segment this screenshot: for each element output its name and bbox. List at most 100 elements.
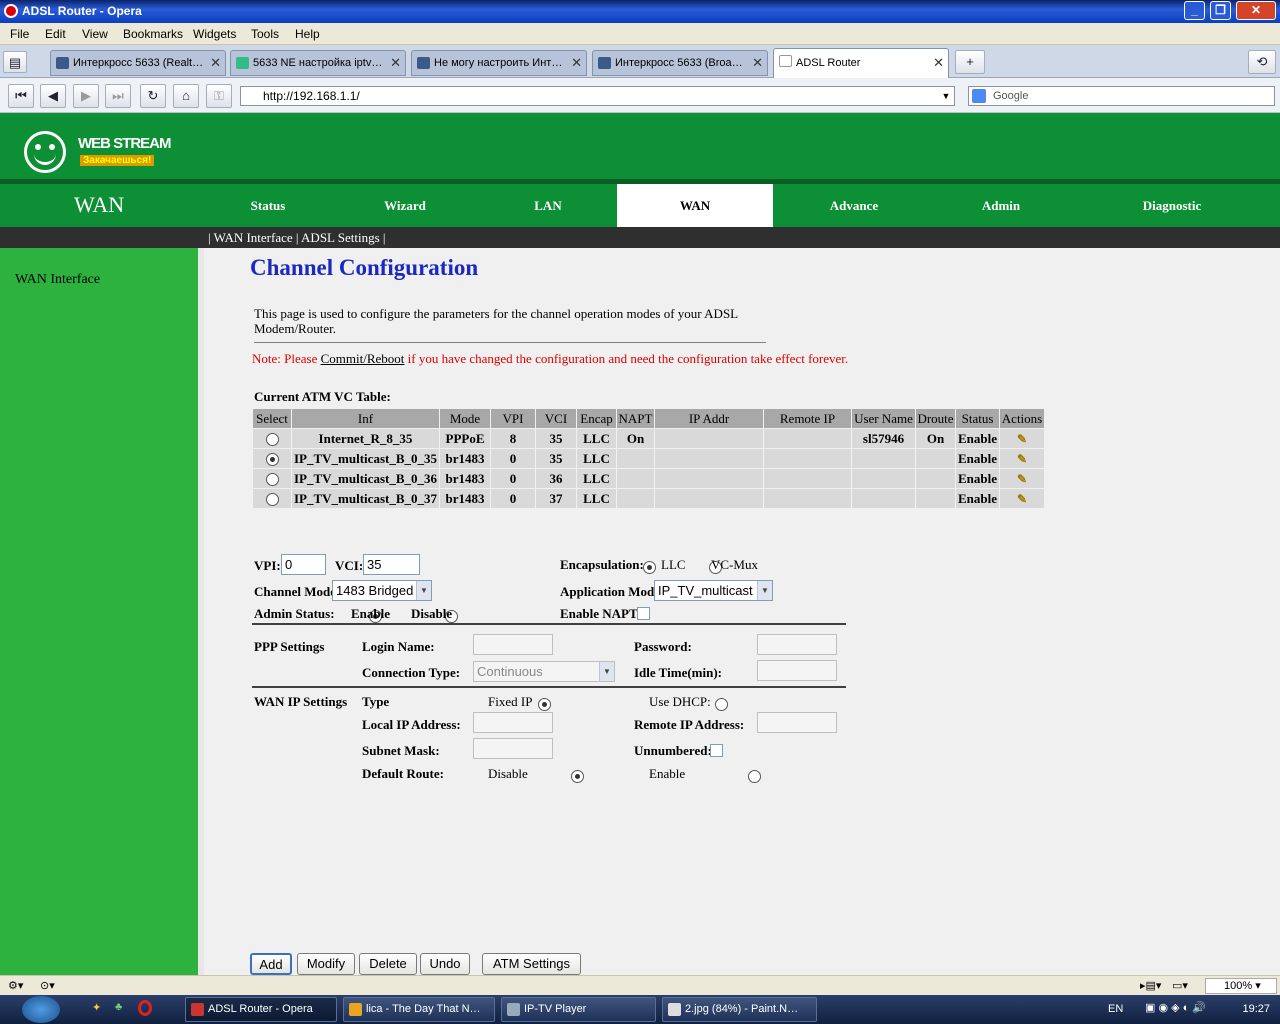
task-opera[interactable]: ADSL Router - Opera [185, 997, 337, 1022]
sidebar-item-wan-interface[interactable]: WAN Interface [15, 272, 100, 288]
add-button[interactable]: Add [250, 953, 292, 975]
tab-close-icon[interactable]: ✕ [210, 51, 221, 75]
tab-bar: ▤ Интеркросс 5633 (Realt… ✕ 5633 NE настр… [0, 45, 1280, 78]
tray-icons[interactable]: ▣ ◉ ◈ ◐ 🔊 [1145, 1001, 1206, 1014]
wand-icon[interactable]: ⚿ [206, 84, 232, 108]
app-mode-label: Application Mode [560, 584, 661, 599]
menu-view[interactable]: View [82, 27, 108, 41]
undo-button[interactable]: Undo [420, 953, 470, 975]
tab-3[interactable]: Не могу настроить Инт… ✕ [411, 50, 587, 76]
menu-help[interactable]: Help [295, 27, 320, 41]
settings-icon[interactable]: ⊙▾ [40, 979, 55, 992]
default-route-enable-radio[interactable] [747, 769, 761, 783]
task-player[interactable]: lica - The Day That N… [343, 997, 495, 1022]
home-icon[interactable]: ⌂ [173, 84, 199, 108]
tools-icon[interactable]: ⚙▾ [8, 979, 23, 992]
nav-admin[interactable]: Admin [961, 184, 1041, 227]
app-mode-select[interactable]: IP_TV_multicast ▼ [654, 580, 773, 601]
trash-icon[interactable]: ⟲ [1248, 50, 1276, 74]
tab-1[interactable]: Интеркросс 5633 (Realt… ✕ [50, 50, 226, 76]
rewind-icon[interactable]: ⏮ [8, 84, 34, 108]
panel-icon[interactable]: ▸▤▾ [1140, 979, 1161, 992]
nav-lan[interactable]: LAN [508, 184, 588, 227]
close-button[interactable]: ✕ [1236, 1, 1276, 20]
menu-file[interactable]: File [10, 27, 29, 41]
tab-close-icon[interactable]: ✕ [752, 51, 763, 75]
page-icon [56, 57, 69, 69]
edit-pencil-icon[interactable]: ✎ [1016, 452, 1029, 466]
panel-toggle-icon[interactable]: ▤ [3, 51, 27, 73]
nav-status[interactable]: Status [228, 184, 308, 227]
default-route-disable-radio[interactable] [570, 769, 584, 783]
login-name-input[interactable] [473, 634, 553, 655]
page-icon [598, 57, 611, 69]
vci-input[interactable]: 35 [363, 554, 420, 575]
opera-quicklaunch-icon[interactable] [138, 1000, 152, 1016]
edit-pencil-icon[interactable]: ✎ [1016, 432, 1029, 446]
subnet-mask-input[interactable] [473, 738, 553, 759]
address-dropdown-icon[interactable]: ▼ [938, 87, 954, 105]
encap-vcmux-label: VC-Mux [711, 557, 758, 572]
tab-2[interactable]: 5633 NE настройка iptv… ✕ [230, 50, 406, 76]
menu-bookmarks[interactable]: Bookmarks [123, 27, 183, 41]
section-title: WAN [74, 192, 125, 217]
unnumbered-checkbox[interactable] [710, 744, 723, 757]
view-icon[interactable]: ▭▾ [1172, 979, 1188, 992]
new-tab-button[interactable]: + [955, 50, 985, 74]
use-dhcp-radio[interactable] [715, 697, 729, 711]
col-napt: NAPT [617, 409, 654, 428]
row-select-radio[interactable] [265, 493, 279, 507]
napt-checkbox[interactable] [637, 607, 650, 620]
menu-tools[interactable]: Tools [251, 27, 279, 41]
language-indicator[interactable]: EN [1108, 1003, 1123, 1015]
row-select-radio[interactable] [265, 433, 279, 447]
idle-time-input[interactable] [757, 660, 837, 681]
delete-button[interactable]: Delete [359, 953, 417, 975]
quicklaunch-icon[interactable]: ♣ [115, 1001, 122, 1013]
edit-pencil-icon[interactable]: ✎ [1016, 492, 1029, 506]
edit-pencil-icon[interactable]: ✎ [1016, 472, 1029, 486]
commit-reboot-link[interactable]: Commit/Reboot [321, 351, 405, 366]
fast-forward-icon[interactable]: ⏭ [105, 84, 131, 108]
start-button[interactable] [22, 996, 60, 1023]
row-select-radio[interactable] [265, 473, 279, 487]
brand-name: WEB STREAM [78, 135, 171, 152]
nav-wizard[interactable]: Wizard [365, 184, 445, 227]
password-input[interactable] [757, 634, 837, 655]
tab-close-icon[interactable]: ✕ [933, 49, 944, 77]
nav-diagnostic[interactable]: Diagnostic [1122, 184, 1222, 227]
col-remote-ip: Remote IP [764, 409, 851, 428]
channel-mode-select[interactable]: 1483 Bridged ▼ [332, 580, 432, 601]
sub-nav-links[interactable]: | WAN Interface | ADSL Settings | [208, 230, 386, 246]
tab-close-icon[interactable]: ✕ [390, 51, 401, 75]
local-ip-input[interactable] [473, 712, 553, 733]
row-select-radio[interactable] [265, 453, 279, 467]
modify-button[interactable]: Modify [297, 953, 355, 975]
menu-widgets[interactable]: Widgets [193, 27, 236, 41]
tab-adsl-router[interactable]: ADSL Router ✕ [773, 48, 949, 78]
reload-icon[interactable]: ↻ [140, 84, 166, 108]
remote-ip-input[interactable] [757, 712, 837, 733]
task-iptv[interactable]: IP-TV Player [501, 997, 656, 1022]
back-icon[interactable]: ◀ [40, 84, 66, 108]
encap-llc-radio[interactable] [643, 560, 656, 574]
menu-edit[interactable]: Edit [45, 27, 66, 41]
maximize-button[interactable]: ❐ [1210, 1, 1231, 20]
nav-advance[interactable]: Advance [814, 184, 894, 227]
forward-icon[interactable]: ▶ [73, 84, 99, 108]
search-input[interactable]: Google [968, 86, 1275, 106]
connection-type-select[interactable]: Continuous ▼ [473, 661, 615, 682]
zoom-control[interactable]: 100% ▾ [1205, 978, 1277, 994]
fixed-ip-radio[interactable] [538, 697, 551, 711]
task-paint[interactable]: 2.jpg (84%) - Paint.N… [662, 997, 817, 1022]
nav-wan[interactable]: WAN [617, 184, 773, 227]
vpi-label: VPI: [254, 558, 281, 573]
vpi-input[interactable]: 0 [281, 554, 326, 575]
quicklaunch-icon[interactable]: ✦ [92, 1001, 101, 1014]
atm-settings-button[interactable]: ATM Settings [482, 953, 581, 975]
address-input[interactable]: http://192.168.1.1/ [240, 86, 955, 106]
tab-close-icon[interactable]: ✕ [571, 51, 582, 75]
password-label: Password: [634, 639, 692, 654]
tab-4[interactable]: Интеркросс 5633 (Broa… ✕ [592, 50, 768, 76]
minimize-button[interactable]: _ [1184, 1, 1205, 20]
